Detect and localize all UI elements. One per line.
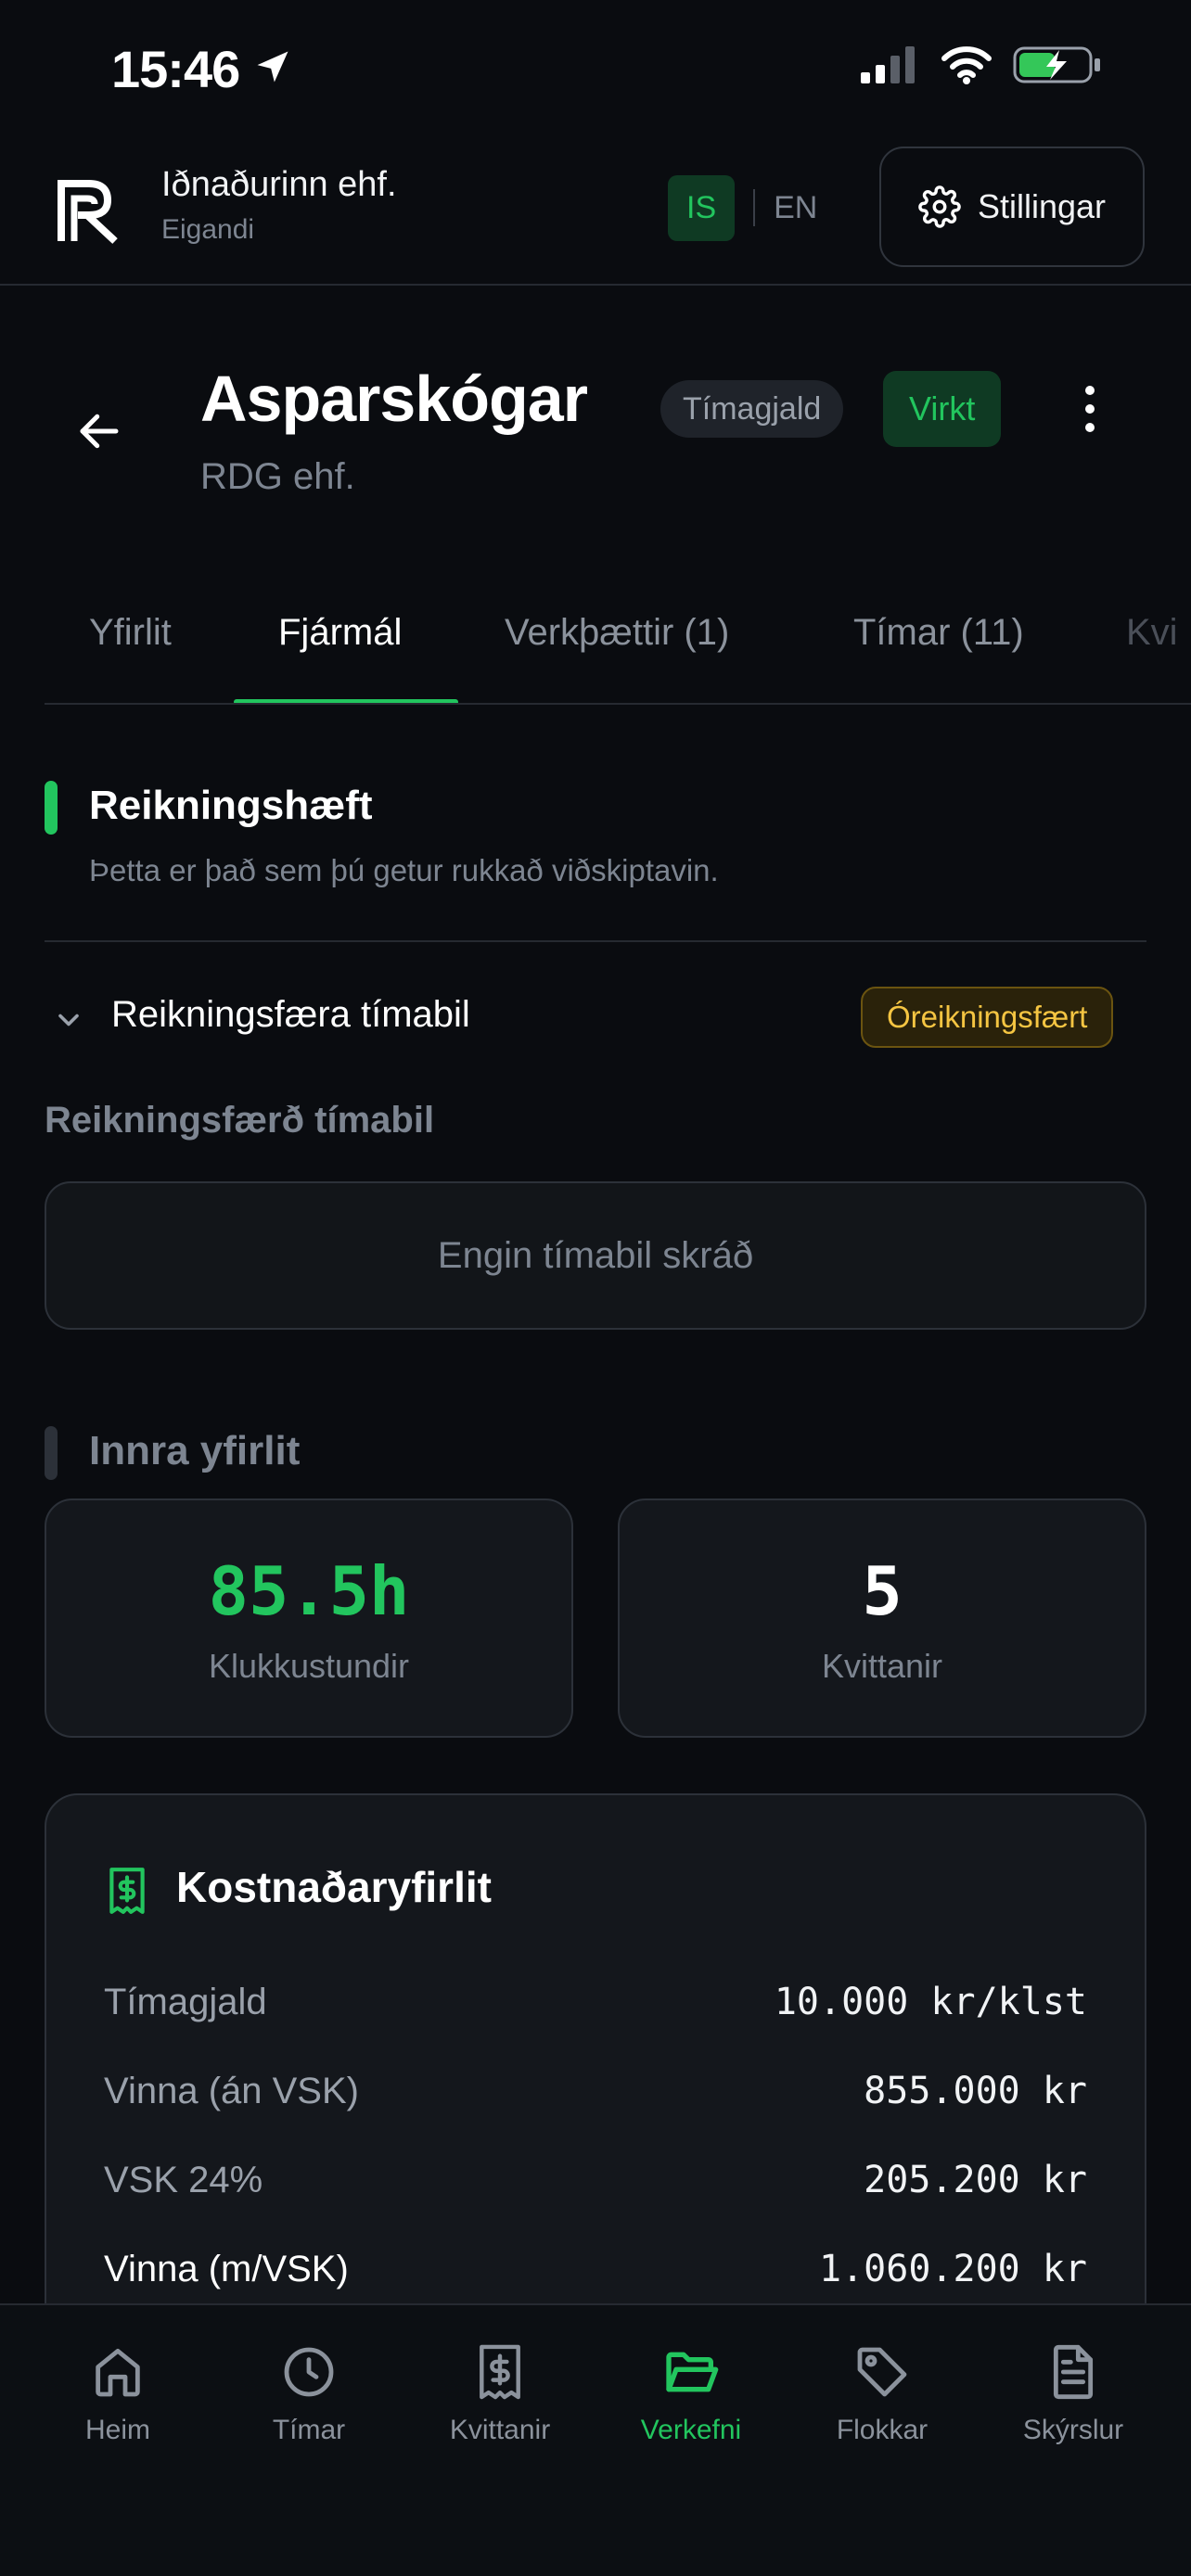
bill-period-toggle[interactable]: Reikningsfæra tímabil (111, 994, 470, 1036)
section-accent-bar-muted (45, 1426, 58, 1480)
lang-divider (753, 189, 756, 226)
nav-projects-label: Verkefni (640, 2415, 742, 2445)
home-icon (96, 2348, 140, 2397)
project-client: RDG ehf. (200, 456, 355, 497)
project-title: Asparskógar (200, 363, 588, 435)
nav-reports-label: Skýrslur (1022, 2415, 1124, 2445)
nav-categories-label: Flokkar (836, 2415, 928, 2445)
more-options-icon[interactable] (1083, 386, 1096, 432)
hours-label: Klukkustundir (208, 1647, 410, 1685)
hours-value: 85.5h (208, 1552, 410, 1630)
receipts-label: Kvittanir (821, 1647, 943, 1685)
internal-section-title: Innra yfirlit (89, 1428, 301, 1473)
status-badge: Virkt (883, 371, 1002, 447)
section-divider (45, 940, 1146, 942)
status-indicators (861, 45, 1102, 85)
document-icon (1053, 2344, 1094, 2400)
cost-value: 1.060.200 kr (819, 2248, 1087, 2290)
section-accent-bar (45, 781, 58, 835)
company-name: Iðnaðurinn ehf. (161, 165, 397, 204)
nav-receipts[interactable]: Kvittanir (404, 2342, 596, 2446)
cost-row: Tímagjald 10.000 kr/klst (104, 1981, 1087, 2023)
tab-receipts[interactable]: Kvi (1126, 612, 1178, 654)
nav-home[interactable]: Heim (22, 2342, 213, 2446)
cost-value: 205.200 kr (864, 2159, 1087, 2201)
tab-overview[interactable]: Yfirlit (89, 612, 172, 654)
tab-hours[interactable]: Tímar (11) (853, 612, 1024, 654)
cost-label: Vinna (m/VSK) (104, 2248, 349, 2289)
billed-periods-empty: Engin tímabil skráð (45, 1181, 1146, 1330)
receipts-value: 5 (862, 1552, 903, 1630)
nav-categories[interactable]: Flokkar (787, 2342, 978, 2446)
cost-label: Vinna (án VSK) (104, 2070, 359, 2111)
cost-value: 855.000 kr (864, 2070, 1087, 2112)
tab-tasks[interactable]: Verkþættir (1) (505, 612, 729, 654)
company-info: Iðnaðurinn ehf. Eigandi (161, 165, 397, 246)
battery-charging-icon (1013, 46, 1100, 83)
gear-icon (918, 185, 961, 228)
billed-periods-label: Reikningsfærð tímabil (45, 1100, 435, 1141)
clock-icon (284, 2347, 334, 2397)
billing-type-badge: Tímagjald (660, 380, 844, 438)
location-arrow-icon (257, 51, 288, 83)
nav-reports[interactable]: Skýrslur (978, 2342, 1169, 2446)
hours-stat-card: 85.5h Klukkustundir (45, 1498, 573, 1738)
receipt-dollar-icon (109, 1868, 145, 1914)
back-arrow-icon[interactable] (74, 406, 124, 456)
cellular-signal-icon (861, 46, 915, 83)
receipt-icon (480, 2344, 520, 2400)
project-tabs: Yfirlit Fjármál Verkþættir (1) Tímar (11… (45, 566, 1191, 705)
receipts-stat-card: 5 Kvittanir (618, 1498, 1146, 1738)
lang-en-button[interactable]: EN (774, 190, 817, 226)
folder-icon (666, 2352, 719, 2392)
nav-hours[interactable]: Tímar (213, 2342, 404, 2446)
language-switcher: IS EN (668, 174, 817, 241)
cost-overview-title: Kostnaðaryfirlit (176, 1863, 492, 1911)
wifi-icon (941, 46, 992, 84)
cost-row: Vinna (án VSK) 855.000 kr (104, 2070, 1087, 2112)
company-role: Eigandi (161, 214, 255, 245)
unbilled-badge: Óreikningsfært (861, 987, 1114, 1048)
nav-hours-label: Tímar (272, 2415, 346, 2445)
cost-label: VSK 24% (104, 2159, 263, 2200)
cost-row: VSK 24% 205.200 kr (104, 2159, 1087, 2201)
nav-projects[interactable]: Verkefni (596, 2342, 787, 2446)
tab-finances[interactable]: Fjármál (278, 612, 402, 654)
lang-is-button[interactable]: IS (668, 174, 736, 241)
billable-section-title: Reikningshæft (89, 783, 373, 828)
cost-label: Tímagjald (104, 1981, 267, 2022)
cost-row-total: Vinna (m/VSK) 1.060.200 kr (104, 2248, 1087, 2290)
billable-section-description: Þetta er það sem þú getur rukkað viðskip… (89, 853, 719, 887)
tag-icon (857, 2347, 907, 2397)
nav-home-label: Heim (84, 2415, 150, 2445)
status-time: 15:46 (111, 40, 240, 98)
status-bar: 15:46 (0, 0, 1191, 139)
active-tab-indicator (234, 699, 458, 703)
chevron-down-icon[interactable] (52, 1003, 85, 1037)
settings-label: Stillingar (977, 187, 1107, 225)
bottom-navigation: Heim Tímar Kvittanir Verkefni Flokkar Sk… (0, 2303, 1191, 2576)
cost-value: 10.000 kr/klst (774, 1981, 1087, 2023)
app-header: Iðnaðurinn ehf. Eigandi IS EN Stillingar (0, 139, 1191, 286)
settings-button[interactable]: Stillingar (879, 147, 1145, 267)
nav-receipts-label: Kvittanir (449, 2415, 551, 2445)
company-logo-icon (58, 180, 118, 244)
